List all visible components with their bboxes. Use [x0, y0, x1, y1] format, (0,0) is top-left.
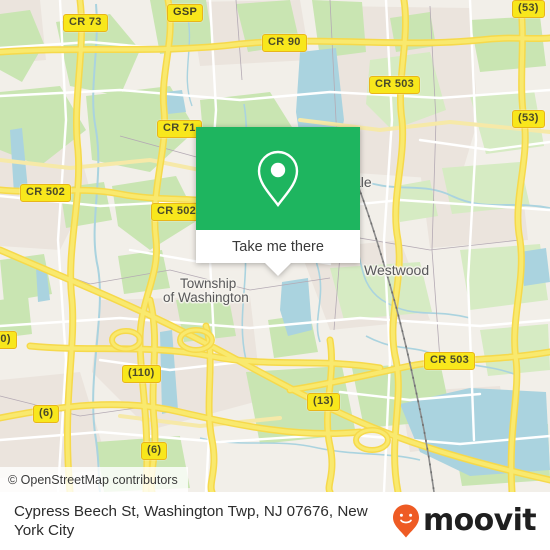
take-me-there-button[interactable]: Take me there — [196, 230, 360, 263]
road-shield[interactable]: CR 502 — [20, 184, 72, 202]
map-canvas[interactable]: .lu-res { fill:#ebe4dd; } .lu-park{ fill… — [0, 0, 550, 492]
road-shield[interactable]: CR 73 — [63, 14, 108, 32]
road-shield[interactable]: CR 71 — [157, 120, 202, 138]
road-shield[interactable]: CR 503 — [424, 352, 476, 370]
road-shield[interactable]: CR 90 — [262, 34, 307, 52]
moovit-wordmark: moovit — [422, 503, 537, 538]
location-popup-card[interactable]: Take me there — [196, 127, 360, 276]
road-shield[interactable]: GSP — [167, 4, 204, 22]
moovit-pin-icon — [392, 504, 419, 538]
place-label-westwood: Westwood — [364, 262, 430, 278]
moovit-brand[interactable]: moovit — [391, 503, 537, 539]
road-shield[interactable]: CR 503 — [369, 76, 421, 94]
place-label-township: Township — [180, 276, 237, 291]
road-shield[interactable]: (6) — [141, 442, 168, 460]
footer-bar: Cypress Beech St, Washington Twp, NJ 076… — [0, 492, 550, 550]
popup-header — [196, 127, 360, 230]
map-screenshot: .lu-res { fill:#ebe4dd; } .lu-park{ fill… — [0, 0, 550, 550]
road-shield[interactable]: (6) — [33, 405, 60, 423]
road-shield[interactable]: 10) — [0, 331, 17, 349]
popup-pointer — [265, 263, 291, 276]
place-label-township-line2: of Washington — [163, 290, 249, 305]
road-shield[interactable]: (53) — [512, 110, 545, 128]
address-text: Cypress Beech St, Washington Twp, NJ 076… — [14, 503, 368, 539]
road-shield[interactable]: CR 502 — [151, 203, 203, 221]
road-shield[interactable]: (110) — [122, 365, 161, 383]
map-pin-icon — [257, 150, 299, 207]
road-shield[interactable]: (13) — [307, 393, 340, 411]
osm-attribution[interactable]: © OpenStreetMap contributors — [0, 467, 188, 492]
road-shield[interactable]: (53) — [512, 0, 545, 18]
